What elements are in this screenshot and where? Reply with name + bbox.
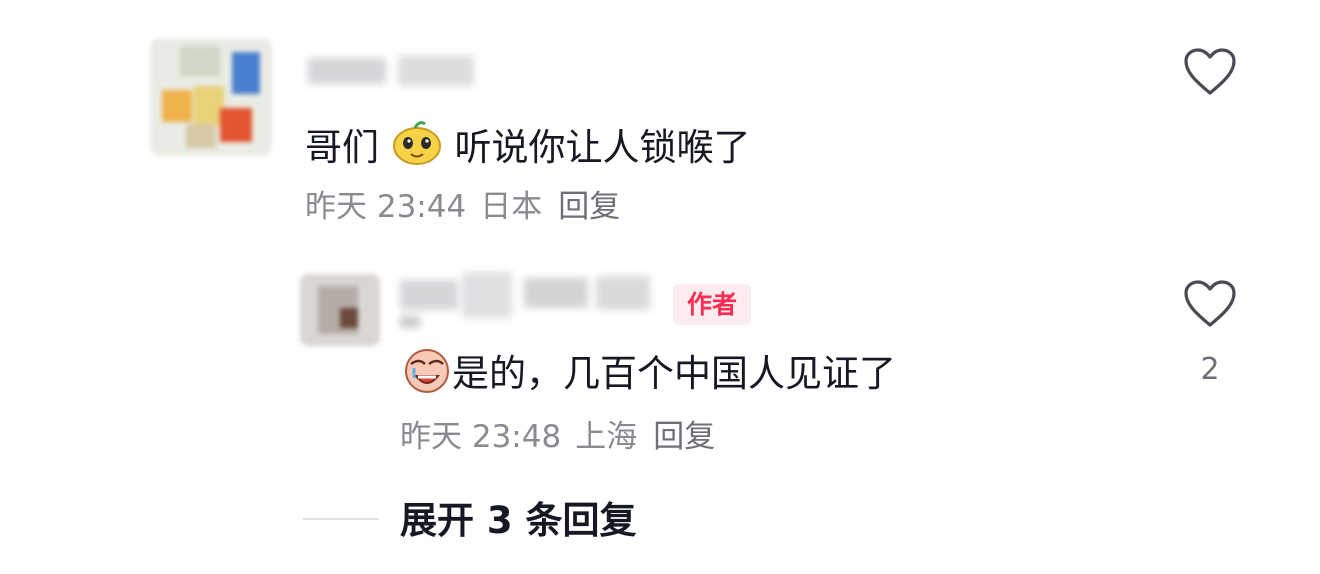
reply-meta: 昨天 23:48 上海 回复 [400, 422, 715, 453]
reply-location: 上海 [575, 419, 638, 455]
sticker-face-icon [392, 121, 441, 165]
reply-username[interactable] [400, 272, 650, 328]
expand-replies-button[interactable]: 展开 3 条回复 [400, 502, 637, 539]
author-badge: 作者 [673, 284, 752, 325]
username[interactable] [308, 54, 474, 88]
like-heart-icon[interactable] [1183, 47, 1237, 97]
comment-text: 哥们 听说你让人锁喉了 [305, 118, 751, 166]
avatar[interactable] [150, 38, 272, 156]
crying-face-icon [405, 349, 449, 393]
reply-avatar[interactable] [300, 274, 380, 346]
reply-like-heart-icon[interactable] [1183, 279, 1237, 329]
like-count: 2 [1200, 352, 1220, 387]
location: 日本 [480, 189, 543, 225]
reply-timestamp: 昨天 23:48 [400, 419, 562, 455]
expand-divider [303, 518, 379, 520]
reply-button[interactable]: 回复 [558, 189, 620, 225]
reply-reply-button[interactable]: 回复 [653, 419, 715, 455]
timestamp: 昨天 23:44 [305, 189, 467, 225]
reply-text: 是的，几百个中国人见证了 [402, 346, 896, 394]
comment-meta: 昨天 23:44 日本 回复 [305, 192, 620, 223]
